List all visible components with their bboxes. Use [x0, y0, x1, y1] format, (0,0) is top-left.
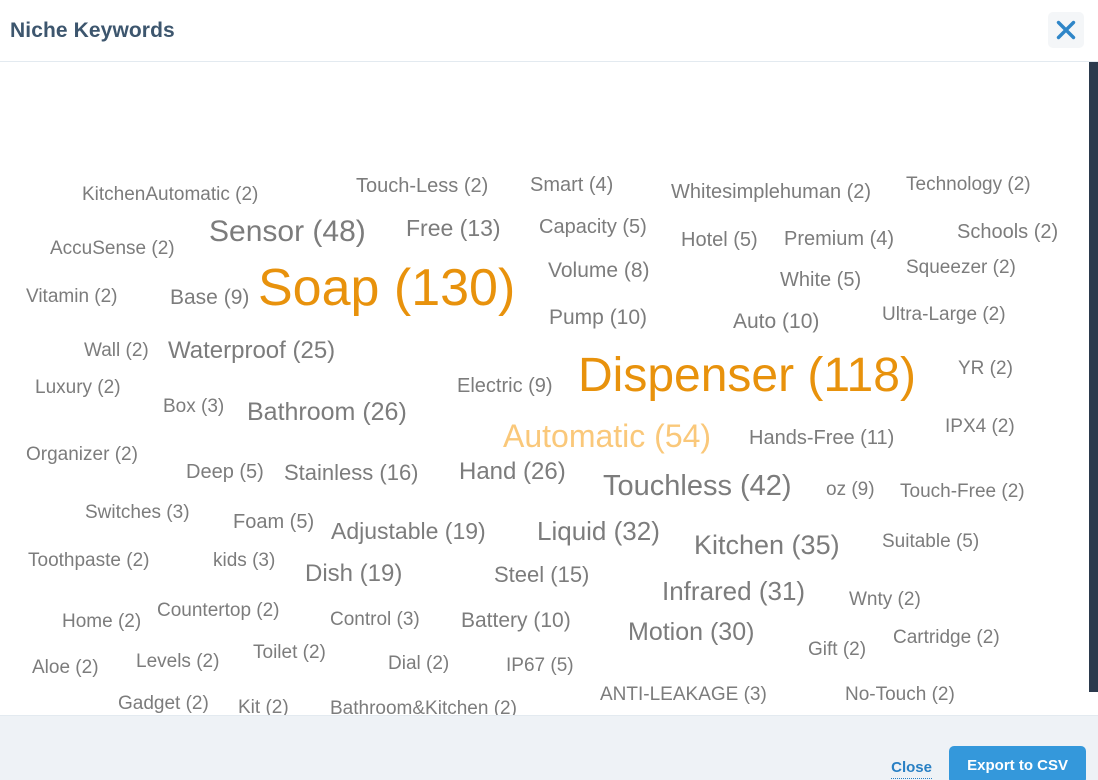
word-cloud-item[interactable]: Free (13) — [406, 217, 501, 240]
word-cloud-item[interactable]: Pump (10) — [549, 307, 647, 328]
word-cloud-item[interactable]: Wnty (2) — [849, 590, 921, 609]
niche-keywords-modal: Niche Keywords Soap (130) Dispenser (118)… — [0, 0, 1098, 780]
word-cloud-item[interactable]: IPX4 (2) — [945, 417, 1015, 436]
word-cloud-item[interactable]: Whitesimplehuman (2) — [671, 182, 871, 202]
word-cloud-item[interactable]: Adjustable (19) — [331, 520, 486, 543]
word-cloud-item[interactable]: Switches (3) — [85, 503, 190, 522]
export-to-csv-button[interactable]: Export to CSV — [949, 746, 1086, 780]
word-cloud-item[interactable]: Countertop (2) — [157, 601, 280, 620]
word-cloud-item[interactable]: Hotel (5) — [681, 230, 758, 250]
word-cloud-item[interactable]: Kit (2) — [238, 698, 289, 715]
word-cloud-item[interactable]: Deep (5) — [186, 462, 264, 482]
word-cloud-item[interactable]: White (5) — [780, 270, 861, 290]
word-cloud-item[interactable]: Levels (2) — [136, 652, 219, 671]
scrollbar-thumb[interactable] — [1089, 62, 1098, 692]
word-cloud-item[interactable]: Waterproof (25) — [168, 339, 335, 363]
word-cloud-item[interactable]: Toilet (2) — [253, 643, 326, 662]
modal-header: Niche Keywords — [0, 0, 1098, 62]
word-cloud-item[interactable]: Bathroom (26) — [247, 400, 407, 425]
word-cloud-item[interactable]: Luxury (2) — [35, 378, 121, 397]
word-cloud-item[interactable]: YR (2) — [958, 359, 1013, 378]
word-cloud-item[interactable]: kids (3) — [213, 551, 275, 570]
modal-body: Soap (130) Dispenser (118) Automatic (54) S… — [0, 62, 1098, 715]
word-cloud-item[interactable]: Soap (130) — [258, 262, 515, 314]
word-cloud-item[interactable]: Liquid (32) — [537, 518, 660, 544]
word-cloud-item[interactable]: Home (2) — [62, 612, 141, 631]
word-cloud-item[interactable]: Box (3) — [163, 397, 224, 416]
word-cloud-item[interactable]: Toothpaste (2) — [28, 551, 149, 570]
word-cloud-item[interactable]: Bathroom&Kitchen (2) — [330, 699, 517, 715]
word-cloud-item[interactable]: AccuSense (2) — [50, 239, 175, 258]
word-cloud-item[interactable]: Dial (2) — [388, 654, 449, 673]
word-cloud-item[interactable]: Technology (2) — [906, 175, 1031, 194]
close-icon — [1055, 19, 1077, 41]
word-cloud-item[interactable]: Wall (2) — [84, 341, 149, 360]
word-cloud-item[interactable]: Control (3) — [330, 610, 420, 629]
word-cloud-item[interactable]: ANTI-LEAKAGE (3) — [600, 685, 767, 704]
vertical-scrollbar[interactable] — [1089, 62, 1098, 715]
word-cloud-item[interactable]: IP67 (5) — [506, 656, 574, 675]
word-cloud-item[interactable]: Electric (9) — [457, 376, 553, 396]
word-cloud-item[interactable]: Infrared (31) — [662, 578, 805, 604]
word-cloud-item[interactable]: oz (9) — [826, 480, 875, 499]
word-cloud-item[interactable]: No-Touch (2) — [845, 685, 955, 704]
word-cloud-item[interactable]: Squeezer (2) — [906, 258, 1016, 277]
word-cloud-item[interactable]: Battery (10) — [461, 610, 571, 631]
word-cloud-item[interactable]: Cartridge (2) — [893, 628, 1000, 647]
page-title: Niche Keywords — [10, 19, 175, 42]
word-cloud-item[interactable]: Smart (4) — [530, 175, 613, 195]
word-cloud-item[interactable]: Foam (5) — [233, 512, 314, 532]
word-cloud-item[interactable]: Vitamin (2) — [26, 287, 118, 306]
word-cloud-item[interactable]: KitchenAutomatic (2) — [82, 185, 258, 204]
word-cloud-item[interactable]: Volume (8) — [548, 260, 650, 281]
word-cloud-item[interactable]: Ultra-Large (2) — [882, 305, 1006, 324]
word-cloud-item[interactable]: Touchless (42) — [603, 472, 792, 501]
word-cloud: Soap (130) Dispenser (118) Automatic (54) S… — [0, 62, 1098, 715]
word-cloud-item[interactable]: Touch-Free (2) — [900, 482, 1025, 501]
word-cloud-item[interactable]: Dish (19) — [305, 562, 402, 586]
word-cloud-item[interactable]: Auto (10) — [733, 311, 819, 332]
word-cloud-item[interactable]: Premium (4) — [784, 229, 894, 249]
word-cloud-item[interactable]: Suitable (5) — [882, 532, 979, 551]
word-cloud-item[interactable]: Touch-Less (2) — [356, 176, 488, 196]
close-icon-button[interactable] — [1048, 12, 1084, 48]
modal-footer: Close Export to CSV — [0, 715, 1098, 780]
word-cloud-item[interactable]: Dispenser (118) — [578, 352, 916, 400]
word-cloud-item[interactable]: Schools (2) — [957, 222, 1058, 242]
word-cloud-item[interactable]: Organizer (2) — [26, 445, 138, 464]
word-cloud-item[interactable]: Hands-Free (11) — [749, 428, 894, 448]
word-cloud-item[interactable]: Automatic (54) — [503, 420, 711, 452]
word-cloud-item[interactable]: Stainless (16) — [284, 462, 419, 484]
word-cloud-item[interactable]: Sensor (48) — [209, 217, 366, 247]
word-cloud-item[interactable]: Kitchen (35) — [694, 532, 840, 559]
word-cloud-item[interactable]: Base (9) — [170, 287, 249, 308]
close-button[interactable]: Close — [891, 759, 932, 779]
word-cloud-item[interactable]: Steel (15) — [494, 564, 589, 586]
word-cloud-item[interactable]: Hand (26) — [459, 460, 566, 484]
word-cloud-item[interactable]: Motion (30) — [628, 620, 754, 645]
word-cloud-item[interactable]: Capacity (5) — [539, 217, 647, 237]
word-cloud-item[interactable]: Aloe (2) — [32, 658, 99, 677]
word-cloud-item[interactable]: Gift (2) — [808, 640, 866, 659]
word-cloud-item[interactable]: Gadget (2) — [118, 694, 209, 713]
